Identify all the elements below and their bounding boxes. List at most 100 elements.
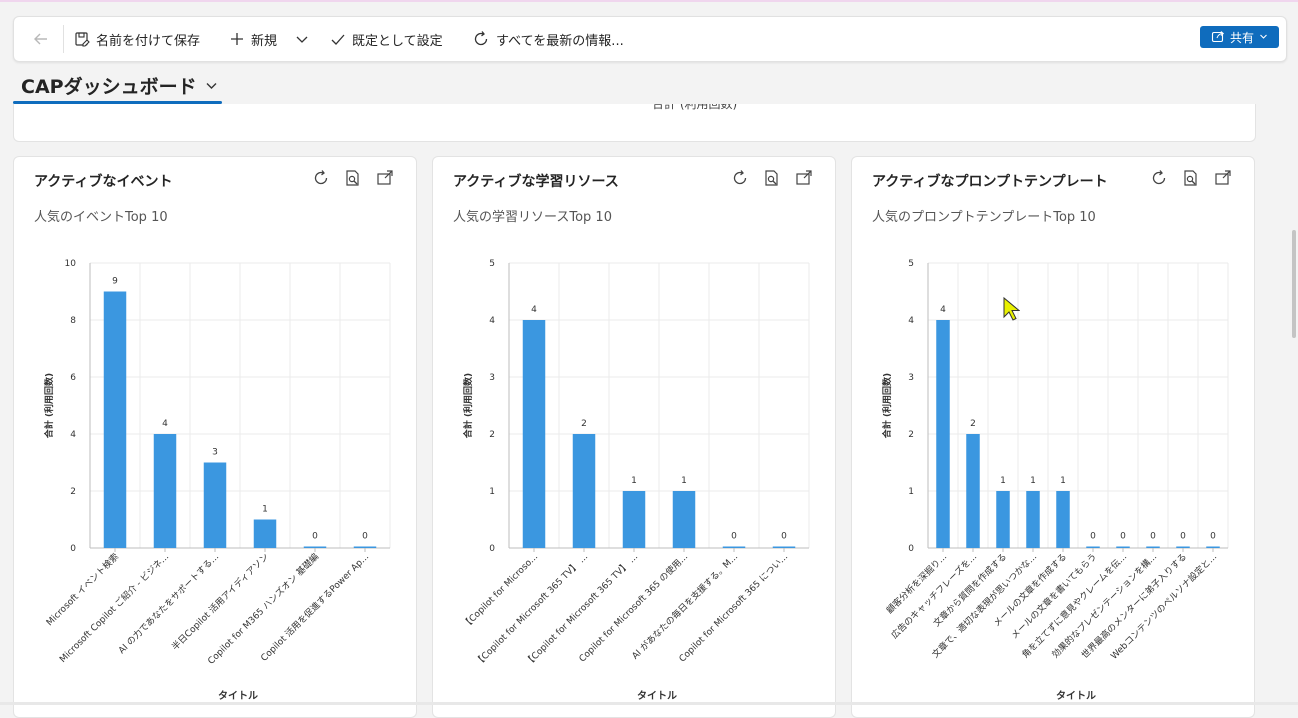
command-bar: 名前を付けて保存 新規 既定として設定 すべてを最新の情報... 共有 — [13, 16, 1287, 62]
y-tick-label: 2 — [908, 430, 914, 440]
y-tick-label: 2 — [70, 487, 76, 497]
y-tick-label: 4 — [489, 316, 495, 326]
y-tick-label: 8 — [70, 316, 76, 326]
bar — [1146, 546, 1160, 548]
refresh-all-button[interactable]: すべてを最新の情報... — [472, 17, 624, 61]
x-tick-label: Copilot for M365 ハンズオン 基礎編 — [205, 551, 321, 667]
mouse-pointer-icon — [1003, 296, 1020, 321]
bar — [936, 320, 950, 548]
data-label: 1 — [1060, 476, 1066, 486]
x-tick-label: Microsoft Copilot ご紹介 - ビジネ... — [57, 551, 171, 665]
data-label: 0 — [362, 532, 368, 542]
plus-icon — [229, 31, 245, 47]
y-tick-label: 0 — [908, 544, 914, 554]
y-tick-label: 0 — [70, 544, 76, 554]
top-chart-card: 合計 (利用回数) — [13, 104, 1256, 142]
back-arrow-icon — [32, 30, 50, 48]
bar — [153, 434, 177, 548]
x-tick-label: Copilot for Microsoft 365 につい... — [677, 551, 790, 664]
y-tick-label: 2 — [489, 430, 495, 440]
data-label: 2 — [581, 419, 587, 429]
x-axis-title: タイトル — [637, 690, 677, 702]
y-tick-label: 4 — [70, 430, 76, 440]
bar — [303, 546, 327, 548]
data-label: 0 — [1090, 532, 1096, 542]
y-tick-label: 0 — [489, 544, 495, 554]
x-axis-title: タイトル — [1056, 690, 1096, 702]
page-scrollbar[interactable] — [1292, 230, 1296, 338]
set-default-button[interactable]: 既定として設定 — [330, 17, 443, 61]
bar — [103, 291, 127, 548]
bar — [1026, 491, 1040, 548]
bar — [353, 546, 377, 548]
data-label: 0 — [312, 532, 318, 542]
data-label: 1 — [631, 476, 637, 486]
chevron-down-icon — [295, 32, 309, 46]
share-label: 共有 — [1229, 30, 1254, 45]
back-button[interactable] — [32, 17, 50, 61]
bar — [572, 434, 596, 548]
y-tick-label: 10 — [65, 259, 77, 269]
bar — [672, 491, 696, 548]
y-tick-label: 5 — [908, 259, 914, 269]
data-label: 9 — [112, 277, 118, 287]
chevron-down-icon — [1259, 30, 1268, 44]
data-label: 3 — [212, 448, 218, 458]
save-as-button[interactable]: 名前を付けて保存 — [74, 17, 200, 61]
x-tick-label: AI があなたの毎日を支援する。M... — [629, 551, 740, 662]
x-tick-label: 顧客分析を深掘り... — [884, 551, 949, 616]
y-axis-title: 合計 (利用回数) — [881, 373, 893, 438]
bar — [1116, 546, 1130, 548]
x-tick-label: Webコンテンツのペルソナ設定と... — [1108, 551, 1219, 662]
card-active-events: アクティブなイベント 人気のイベントTop 10 0 2 4 6 8 10 9 Microso… — [13, 156, 417, 718]
bar — [1056, 491, 1070, 548]
bar — [722, 546, 746, 548]
x-tick-label: AI の力であなたをサポートする... — [116, 551, 221, 656]
y-axis-title: 合計 (利用回数) — [43, 373, 55, 438]
bar — [522, 320, 546, 548]
bar — [1086, 546, 1100, 548]
bar — [622, 491, 646, 548]
data-label: 0 — [731, 532, 737, 542]
x-axis-title: タイトル — [218, 690, 258, 702]
y-tick-label: 3 — [489, 373, 495, 383]
y-tick-label: 1 — [489, 487, 495, 497]
checkmark-icon — [330, 31, 346, 47]
card-active-learning-resources: アクティブな学習リソース 人気の学習リソースTop 10 0 1 2 3 4 5 4 【Cop… — [432, 156, 836, 718]
x-tick-label: Copilot 活用を促進するPower Ap... — [258, 551, 371, 664]
refresh-icon — [472, 30, 490, 48]
save-as-label: 名前を付けて保存 — [96, 33, 201, 49]
x-tick-label: 世界最高のメンターに弟子入りする — [1079, 551, 1189, 661]
x-tick-label: 【Copilot for Microsoft 365 TV】 ... — [473, 551, 590, 668]
data-label: 4 — [531, 305, 537, 315]
dashboard-title: CAPダッシュボード — [21, 76, 197, 98]
bar — [203, 462, 227, 548]
bar — [996, 491, 1010, 548]
top-card-clipped-axis-label: 合計 (利用回数) — [652, 104, 738, 111]
new-label: 新規 — [251, 33, 278, 49]
data-label: 0 — [1150, 532, 1156, 542]
data-label: 4 — [162, 419, 168, 429]
data-label: 0 — [1120, 532, 1126, 542]
share-button[interactable]: 共有 — [1200, 26, 1279, 48]
bar — [966, 434, 980, 548]
window-top-border — [0, 0, 1298, 2]
bar — [772, 546, 796, 548]
y-tick-label: 1 — [908, 487, 914, 497]
data-label: 2 — [970, 419, 976, 429]
data-label: 0 — [781, 532, 787, 542]
chart: 0123454【Copilot for Microso...2【Copilot … — [461, 259, 810, 702]
data-label: 1 — [1030, 476, 1036, 486]
bar — [253, 519, 277, 548]
data-label: 1 — [1000, 476, 1006, 486]
new-button[interactable]: 新規 — [229, 17, 309, 61]
y-tick-label: 6 — [70, 373, 76, 383]
share-icon — [1211, 29, 1225, 46]
toolbar-separator — [63, 25, 64, 53]
refresh-all-label: すべてを最新の情報... — [496, 33, 624, 49]
bar — [1206, 546, 1220, 548]
data-label: 1 — [681, 476, 687, 486]
y-tick-label: 4 — [908, 316, 914, 326]
data-label: 0 — [1180, 532, 1186, 542]
y-tick-label: 3 — [908, 373, 914, 383]
